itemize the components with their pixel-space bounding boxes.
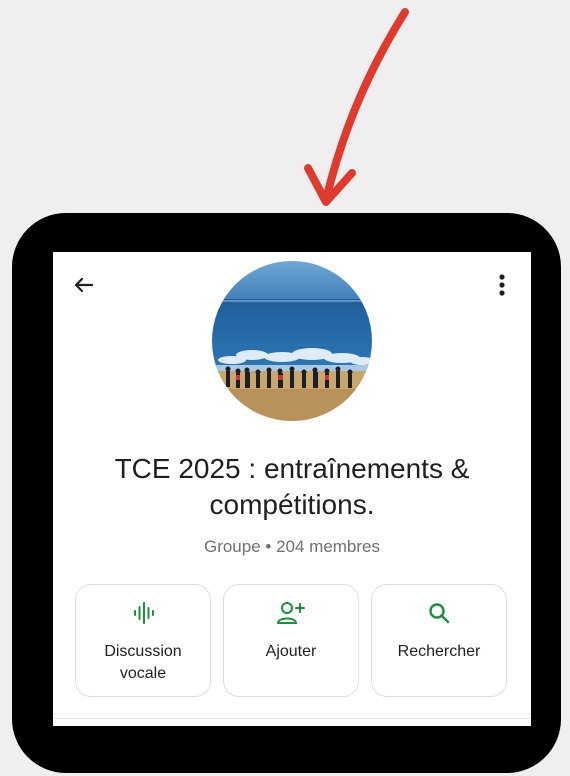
back-button[interactable]	[67, 268, 101, 302]
more-options-button[interactable]	[487, 268, 517, 302]
group-member-count: Groupe • 204 membres	[203, 537, 381, 556]
voice-chat-label: Discussion vocale	[104, 643, 182, 682]
more-vertical-icon	[499, 274, 505, 296]
annotation-arrow	[304, 8, 409, 206]
search-label: Rechercher	[397, 643, 481, 660]
arrow-left-icon	[74, 277, 94, 293]
group-avatar[interactable]	[212, 261, 372, 421]
group-name: TCE 2025 : entraînements & compétitions.	[114, 453, 470, 520]
search-button[interactable]: Rechercher	[371, 584, 507, 697]
add-member-label: Ajouter	[265, 643, 317, 660]
quick-actions: Discussion vocale Ajouter Rechercher	[75, 584, 507, 697]
add-person-icon	[276, 602, 305, 624]
voice-chat-button[interactable]: Discussion vocale	[75, 584, 211, 697]
group-photo	[212, 261, 372, 421]
section-divider	[53, 718, 531, 719]
search-icon	[429, 603, 450, 624]
add-member-button[interactable]: Ajouter	[223, 584, 359, 697]
audio-waveform-icon	[134, 602, 154, 624]
group-info-screen: TCE 2025 : entraînements & compétitions.…	[53, 252, 531, 726]
